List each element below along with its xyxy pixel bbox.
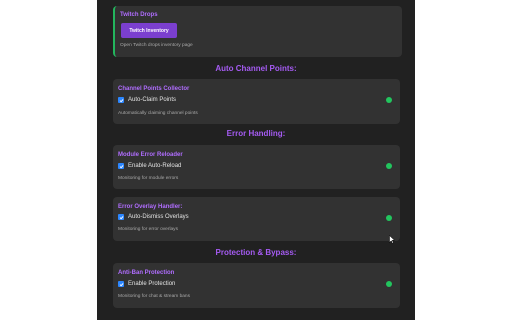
- auto-claim-points-label: Auto-Claim Points: [128, 97, 177, 103]
- module-error-title: Module Error Reloader: [118, 152, 183, 158]
- checkmark-icon: [119, 98, 123, 102]
- twitch-drops-title: Twitch Drops: [120, 12, 158, 18]
- auto-claim-points-row[interactable]: Auto-Claim Points: [118, 97, 176, 103]
- checkmark-icon: [119, 164, 123, 168]
- error-overlay-card: Error Overlay Handler: Auto-Dismiss Over…: [113, 197, 400, 241]
- checkmark-icon: [119, 282, 123, 286]
- auto-dismiss-label: Auto-Dismiss Overlays: [128, 214, 189, 220]
- error-handling-heading: Error Handling:: [226, 129, 286, 138]
- error-overlay-title: Error Overlay Handler:: [118, 204, 183, 210]
- channel-points-status-dot: [386, 97, 392, 103]
- channel-points-description: Automatically claiming channel points: [118, 111, 198, 116]
- protection-bypass-heading: Protection & Bypass:: [215, 248, 297, 257]
- twitch-drops-card: Twitch Drops Twitch Inventory Open Twitc…: [113, 6, 402, 57]
- anti-ban-description: Monitoring for chat & stream bans: [118, 294, 190, 299]
- auto-claim-points-checkbox[interactable]: [118, 97, 124, 103]
- auto-reload-checkbox[interactable]: [118, 163, 124, 169]
- enable-protection-label: Enable Protection: [128, 281, 176, 287]
- module-error-description: Monitoring for module errors: [118, 176, 179, 181]
- error-overlay-status-dot: [386, 215, 392, 221]
- error-overlay-description: Monitoring for error overlays: [118, 227, 178, 232]
- auto-dismiss-checkbox[interactable]: [118, 214, 124, 220]
- anti-ban-title: Anti-Ban Protection: [118, 270, 175, 276]
- auto-reload-row[interactable]: Enable Auto-Reload: [118, 163, 181, 169]
- twitch-drops-description: Open Twitch drops inventory page: [120, 43, 193, 48]
- module-error-status-dot: [386, 163, 392, 169]
- anti-ban-card: Anti-Ban Protection Enable Protection Mo…: [113, 263, 400, 308]
- enable-protection-row[interactable]: Enable Protection: [118, 281, 175, 287]
- auto-dismiss-row[interactable]: Auto-Dismiss Overlays: [118, 214, 189, 220]
- anti-ban-status-dot: [386, 281, 392, 287]
- channel-points-title: Channel Points Collector: [118, 86, 190, 92]
- channel-points-card: Channel Points Collector Auto-Claim Poin…: [113, 79, 400, 124]
- module-error-card: Module Error Reloader Enable Auto-Reload…: [113, 145, 400, 189]
- auto-channel-points-heading: Auto Channel Points:: [215, 64, 297, 73]
- auto-reload-label: Enable Auto-Reload: [128, 163, 182, 169]
- settings-panel: Twitch Drops Twitch Inventory Open Twitc…: [97, 0, 415, 320]
- mouse-cursor-icon: [389, 235, 395, 244]
- checkmark-icon: [119, 215, 123, 219]
- twitch-inventory-button[interactable]: Twitch Inventory: [121, 23, 177, 38]
- enable-protection-checkbox[interactable]: [118, 281, 124, 287]
